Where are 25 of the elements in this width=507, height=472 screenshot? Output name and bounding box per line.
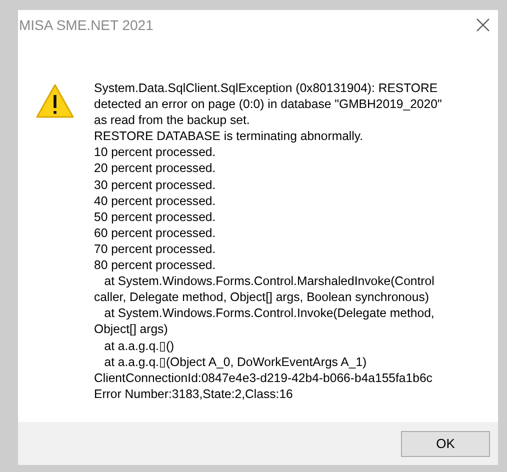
message-line: System.Data.SqlClient.SqlException (0x80131904): RESTORE: [94, 80, 439, 96]
window-title: MISA SME.NET 2021: [19, 17, 154, 33]
message-line: detected an error on page (0:0) in database "GMBH2019_2020": [94, 96, 442, 112]
message-line: at System.Windows.Forms.Control.Invoke(Delegate method,: [103, 305, 436, 322]
warning-icon: [35, 83, 75, 119]
message-line: 70 percent processed.: [94, 240, 217, 258]
message-line: 40 percent processed.: [94, 192, 217, 209]
message-line: ClientConnectionId:0847e4e3-d219-42b4-b066-b4a155fa1b6c: [94, 370, 434, 386]
message-line: Error Number:3183,State:2,Class:16: [94, 386, 294, 402]
message-line: 80 percent processed.: [94, 257, 217, 274]
message-line: 60 percent processed.: [94, 224, 217, 241]
message-line: at System.Windows.Forms.Control.MarshaledInvoke(Control: [103, 273, 436, 290]
close-button[interactable]: [474, 16, 492, 34]
message-line: RESTORE DATABASE is terminating abnormally.: [94, 128, 364, 144]
message-line: 20 percent processed.: [94, 160, 217, 177]
message-line: 50 percent processed.: [94, 208, 217, 225]
message-line: caller, Delegate method, Object[] args, Boolean synchronous): [94, 289, 430, 306]
message-line: as read from the backup set.: [94, 112, 251, 128]
message-line: 30 percent processed.: [94, 176, 217, 193]
close-icon: [476, 18, 490, 32]
message-line: 10 percent processed.: [94, 144, 217, 160]
ok-button[interactable]: OK: [401, 430, 490, 456]
message-line: at a.a.g.q.▯(): [103, 338, 176, 354]
message-line: Object[] args): [94, 321, 169, 338]
message-line: at a.a.g.q.▯(Object A_0, DoWorkEventArgs A_1): [103, 354, 368, 370]
